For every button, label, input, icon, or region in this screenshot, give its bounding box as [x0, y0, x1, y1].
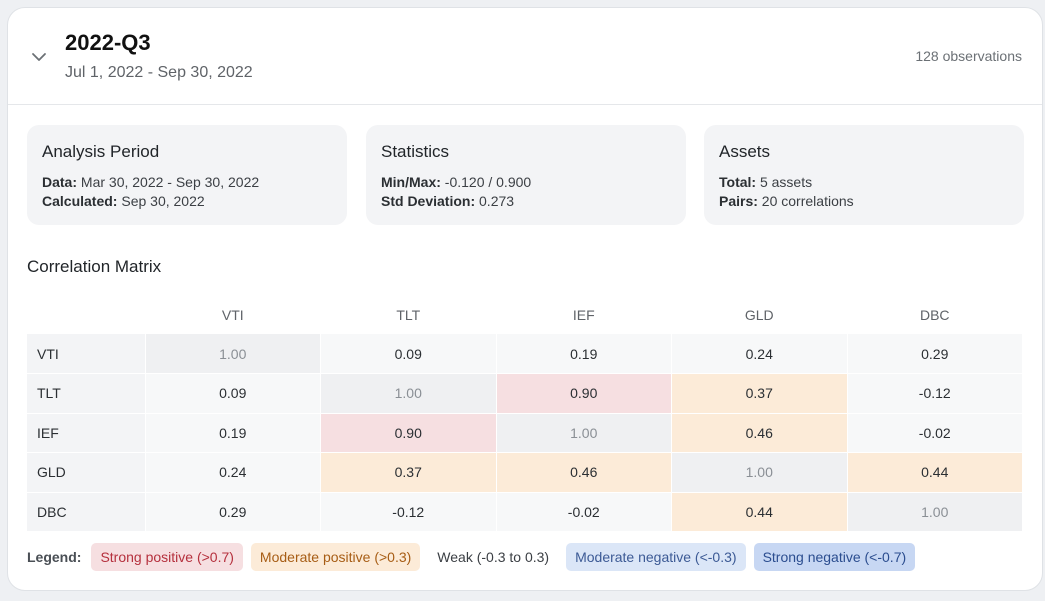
- column-header: GLD: [744, 307, 774, 323]
- calculated-label: Calculated:: [42, 193, 118, 209]
- correlation-cell: 0.37: [671, 373, 848, 414]
- table-row: GLD 0.24 0.37 0.46 1.00 0.44: [27, 452, 1023, 493]
- stddev-value: 0.273: [475, 193, 515, 209]
- correlation-cell: 0.24: [671, 334, 848, 374]
- correlation-cell: 0.29: [847, 334, 1023, 374]
- chevron-down-icon[interactable]: [30, 48, 48, 66]
- statistics-box: Statistics Min/Max: -0.120 / 0.900 Std D…: [366, 125, 686, 225]
- data-range-value: Mar 30, 2022 - Sep 30, 2022: [77, 174, 260, 190]
- correlation-cell: -0.02: [496, 492, 672, 532]
- legend-label: Legend:: [27, 549, 82, 565]
- stddev-line: Std Deviation: 0.273: [381, 192, 671, 211]
- correlation-cell: 1.00: [496, 413, 672, 453]
- correlation-cell: 0.46: [496, 452, 672, 493]
- pairs-label: Pairs:: [719, 193, 758, 209]
- pairs-value: 20 correlations: [757, 193, 854, 209]
- table-row: TLT 0.09 1.00 0.90 0.37 -0.12: [27, 373, 1023, 414]
- correlation-cell: 1.00: [320, 373, 497, 414]
- correlation-matrix: VTI TLT IEF GLD DBC VTI 1.00 0.09 0.19 0.24 0…: [27, 296, 1023, 532]
- correlation-cell: 0.44: [671, 492, 848, 532]
- total-assets-line: Total: 5 assets: [719, 173, 1009, 192]
- legend-chip: Strong positive (>0.7): [91, 543, 243, 571]
- observations-count: 128 observations: [915, 48, 1022, 64]
- period-title: 2022-Q3: [65, 30, 151, 55]
- row-label: GLD: [27, 452, 146, 493]
- correlation-cell: 0.24: [145, 452, 321, 493]
- calculated-line: Calculated: Sep 30, 2022: [42, 192, 332, 211]
- row-label: VTI: [27, 334, 146, 374]
- correlation-cell: 1.00: [847, 492, 1023, 532]
- legend-chip: Weak (-0.3 to 0.3): [428, 543, 559, 571]
- matrix-header-row: VTI TLT IEF GLD DBC: [27, 296, 1023, 334]
- row-label: IEF: [27, 413, 146, 453]
- correlation-cell: -0.12: [847, 373, 1023, 414]
- correlation-cell: 0.90: [496, 373, 672, 414]
- table-row: IEF 0.19 0.90 1.00 0.46 -0.02: [27, 413, 1023, 453]
- info-row: Analysis Period Data: Mar 30, 2022 - Sep…: [27, 125, 1025, 225]
- table-row: DBC 0.29 -0.12 -0.02 0.44 1.00: [27, 492, 1023, 532]
- analysis-period-box: Analysis Period Data: Mar 30, 2022 - Sep…: [27, 125, 347, 225]
- correlation-cell: -0.02: [847, 413, 1023, 453]
- correlation-cell: 1.00: [671, 452, 848, 493]
- correlation-cell: 0.19: [496, 334, 672, 374]
- legend-chip: Moderate positive (>0.3): [250, 543, 421, 571]
- correlation-cell: 0.19: [145, 413, 321, 453]
- correlation-cell: 0.44: [847, 452, 1023, 493]
- correlation-cell: 0.29: [145, 492, 321, 532]
- correlation-cell: 0.37: [320, 452, 497, 493]
- minmax-line: Min/Max: -0.120 / 0.900: [381, 173, 671, 192]
- analysis-period-title: Analysis Period: [42, 142, 160, 161]
- correlation-cell: 0.09: [320, 334, 497, 374]
- pairs-line: Pairs: 20 correlations: [719, 192, 1009, 211]
- minmax-value: -0.120 / 0.900: [440, 174, 532, 190]
- column-header: IEF: [572, 307, 595, 323]
- legend-chip: Strong negative (<-0.7): [753, 543, 916, 571]
- correlation-cell: 0.90: [320, 413, 497, 453]
- assets-title: Assets: [719, 142, 771, 161]
- correlation-cell: 1.00: [145, 334, 321, 374]
- table-row: VTI 1.00 0.09 0.19 0.24 0.29: [27, 334, 1023, 374]
- matrix-corner: [27, 296, 145, 334]
- legend: Legend: Strong positive (>0.7) Moderate p…: [27, 543, 923, 571]
- data-range-line: Data: Mar 30, 2022 - Sep 30, 2022: [42, 173, 332, 192]
- legend-chip: Moderate negative (<-0.3): [566, 543, 746, 571]
- row-label: TLT: [27, 373, 146, 414]
- assets-box: Assets Total: 5 assets Pairs: 20 correla…: [704, 125, 1024, 225]
- column-header: TLT: [396, 307, 421, 323]
- correlation-matrix-title: Correlation Matrix: [27, 257, 162, 276]
- total-assets-label: Total:: [719, 174, 757, 190]
- legend-items: Strong positive (>0.7) Moderate positive …: [91, 543, 923, 571]
- total-assets-value: 5 assets: [756, 174, 813, 190]
- minmax-label: Min/Max:: [381, 174, 441, 190]
- correlation-cell: -0.12: [320, 492, 497, 532]
- period-dates: Jul 1, 2022 - Sep 30, 2022: [65, 64, 253, 81]
- period-card-header[interactable]: 2022-Q3 Jul 1, 2022 - Sep 30, 2022 128 o…: [8, 8, 1042, 105]
- correlation-cell: 0.09: [145, 373, 321, 414]
- column-header: VTI: [221, 307, 244, 323]
- correlation-cell: 0.46: [671, 413, 848, 453]
- statistics-title: Statistics: [381, 142, 450, 161]
- column-header: DBC: [919, 307, 950, 323]
- data-range-label: Data:: [42, 174, 78, 190]
- calculated-value: Sep 30, 2022: [117, 193, 205, 209]
- period-card: 2022-Q3 Jul 1, 2022 - Sep 30, 2022 128 o…: [7, 7, 1043, 591]
- row-label: DBC: [27, 492, 146, 532]
- stddev-label: Std Deviation:: [381, 193, 476, 209]
